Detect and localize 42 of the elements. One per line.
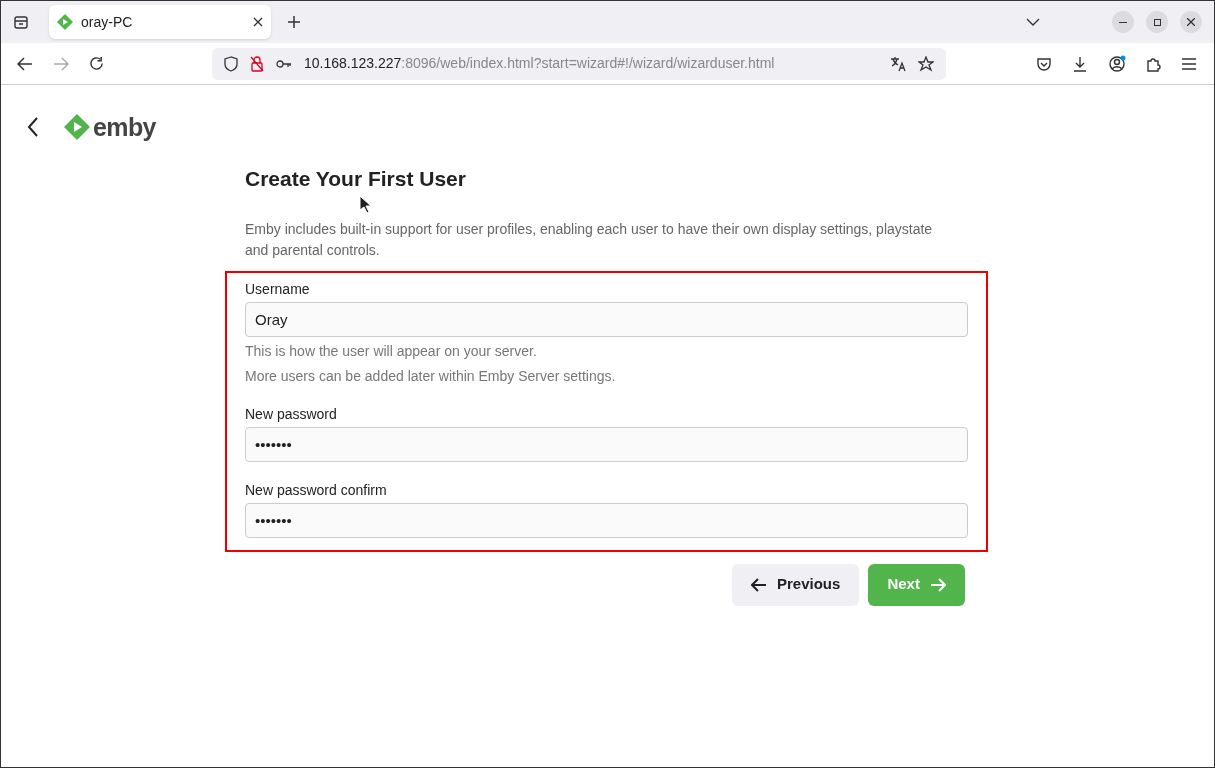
chevron-down-icon[interactable] (1026, 17, 1040, 27)
help-text: More users can be added later within Emby Server settings. (245, 366, 617, 386)
puzzle-icon[interactable] (1146, 55, 1162, 72)
shield-icon (224, 55, 238, 72)
intro-text: Emby includes built-in support for user profiles, enabling each user to have their own display settings, playstate and parental controls. (245, 219, 934, 260)
menu-icon[interactable] (1182, 57, 1196, 70)
key-icon (276, 58, 292, 69)
close-window-button[interactable] (1180, 11, 1202, 33)
download-icon[interactable] (1072, 55, 1088, 72)
account-icon[interactable] (1108, 54, 1126, 73)
emby-logo-icon (63, 113, 91, 141)
input-field[interactable]: ••••••• (245, 502, 968, 538)
url-path: :8096/web/index.html?start=wizard#!/wizard/wizarduser.html (401, 55, 775, 71)
plus-icon[interactable] (287, 15, 301, 29)
back-chevron-icon[interactable] (27, 117, 39, 137)
close-icon (1187, 18, 1195, 26)
mouse-pointer-icon (359, 195, 370, 213)
address-bar[interactable]: 10.168.123.227:8096/web/index.html?start=wizard#!/wizard/wizarduser.html (212, 47, 946, 80)
input-field[interactable]: Oray (245, 301, 968, 337)
translate-icon[interactable] (890, 55, 906, 72)
back-arrow-icon[interactable] (17, 56, 33, 71)
help-text: This is how the user will appear on your server. (245, 341, 538, 361)
pocket-icon[interactable] (1036, 55, 1052, 72)
browser-tab[interactable]: oray-PC (49, 5, 271, 39)
crossed-lock-icon (250, 55, 264, 72)
tab-list-icon[interactable] (13, 14, 29, 30)
input-field[interactable]: ••••••• (245, 426, 968, 462)
restore-button[interactable] (1146, 11, 1168, 33)
url-host: 10.168.123.227 (304, 55, 402, 71)
field-label: Username (245, 279, 311, 299)
close-icon[interactable] (253, 17, 263, 27)
right-arrow-icon (929, 577, 946, 592)
logo-text: emby (93, 114, 156, 140)
field-label: New password confirm (245, 480, 388, 500)
previous-button[interactable]: Previous (732, 563, 860, 606)
reload-icon[interactable] (89, 56, 104, 71)
field-label: New password (245, 404, 338, 424)
star-icon[interactable] (918, 55, 934, 72)
page-title: Create Your First User (245, 166, 467, 192)
left-arrow-icon (751, 577, 767, 592)
play-logo-icon (57, 14, 73, 30)
tab-title: oray-PC (81, 12, 134, 32)
